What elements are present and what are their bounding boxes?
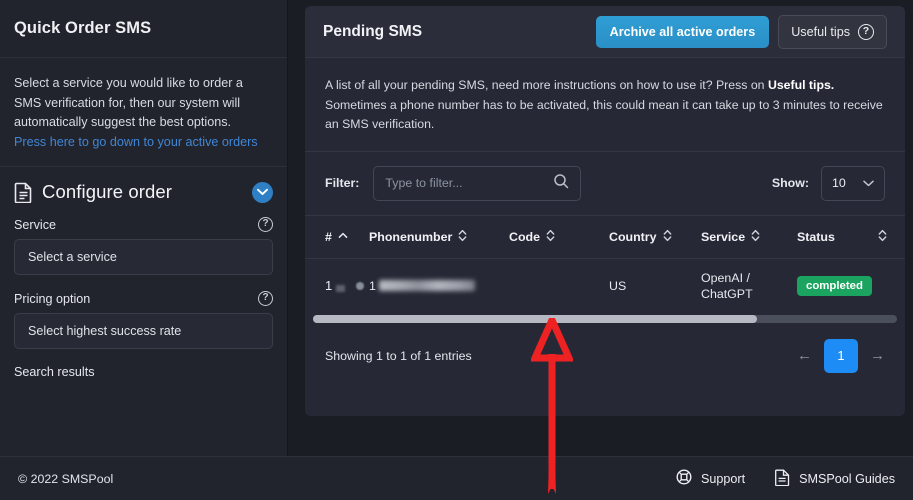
column-header-country[interactable]: Country (609, 215, 701, 259)
sidebar-title: Quick Order SMS (14, 19, 152, 37)
useful-tips-label: Useful tips (791, 24, 850, 39)
column-label-index: # (325, 229, 332, 244)
service-label: Service (14, 217, 56, 232)
page-title: Pending SMS (323, 22, 423, 40)
pagination-page-1[interactable]: 1 (824, 338, 858, 373)
filter-label: Filter: (325, 176, 360, 190)
footer-link-support[interactable]: Support (676, 469, 745, 488)
sidebar-intro: Select a service you would like to order… (0, 58, 287, 168)
pending-sms-panel: Pending SMS Archive all active orders Us… (305, 6, 905, 416)
redacted-phonenumber (378, 280, 475, 291)
sort-both-icon (458, 229, 467, 245)
footer-links: Support SMSPool Guides (676, 469, 895, 489)
panel-header: Pending SMS Archive all active orders Us… (305, 6, 905, 58)
pending-sms-table: # Phonenumber Code Country Service Statu… (305, 215, 905, 313)
configure-order-header: Configure order (14, 181, 273, 203)
table-scroll-area (305, 313, 905, 323)
table-body: 1 1 US OpenAI / ChatGPT completed (305, 258, 905, 313)
horizontal-scrollbar-thumb[interactable] (313, 314, 757, 323)
panel-description: A list of all your pending SMS, need mor… (305, 58, 905, 152)
column-header-index[interactable]: # (305, 215, 369, 259)
service-select[interactable]: Select a service (14, 239, 273, 276)
copyright-text: © 2022 SMSPool (18, 471, 114, 486)
pricing-option-label: Pricing option (14, 291, 91, 306)
active-orders-link[interactable]: Press here to go down to your active ord… (14, 133, 273, 153)
service-select-value: Select a service (28, 250, 117, 265)
archive-all-active-orders-button[interactable]: Archive all active orders (595, 15, 770, 48)
smspool-app-window: Quick Order SMS Select a service you wou… (0, 0, 913, 500)
table-controls: Filter: Show: 10 (305, 152, 905, 216)
column-label-status: Status (797, 229, 835, 244)
status-dot-icon (356, 281, 365, 290)
page-size-select[interactable]: 10 (821, 165, 885, 201)
pricing-option-select[interactable]: Select highest success rate (14, 313, 273, 350)
sort-ascending-icon (338, 230, 348, 244)
table-row[interactable]: 1 1 US OpenAI / ChatGPT completed (305, 258, 905, 313)
sidebar-header: Quick Order SMS (0, 0, 287, 58)
column-header-phonenumber[interactable]: Phonenumber (369, 215, 509, 259)
column-header-status[interactable]: Status (797, 215, 905, 259)
pricing-option-value: Select highest success rate (28, 324, 182, 339)
arrow-right-icon[interactable]: → (870, 348, 885, 363)
sort-both-icon (878, 229, 887, 245)
description-part-2: Sometimes a phone number has to be activ… (325, 97, 883, 132)
sidebar-description: Select a service you would like to order… (14, 76, 243, 130)
chevron-down-icon (863, 176, 874, 190)
column-header-code[interactable]: Code (509, 215, 609, 259)
column-label-service: Service (701, 229, 746, 244)
sidebar: Quick Order SMS Select a service you wou… (0, 0, 288, 456)
service-field-label-row: Service ? (14, 217, 273, 233)
support-icon (676, 469, 692, 488)
redacted-index-suffix (336, 285, 346, 292)
search-results-label: Search results (14, 365, 95, 380)
support-label: Support (700, 471, 746, 486)
question-mark-icon[interactable]: ? (258, 291, 273, 307)
column-header-service[interactable]: Service (701, 215, 797, 259)
show-label: Show: (771, 176, 809, 190)
configure-order-title: Configure order (42, 181, 173, 203)
entries-info: Showing 1 to 1 of 1 entries (325, 348, 472, 363)
column-label-phonenumber: Phonenumber (369, 229, 453, 244)
horizontal-scrollbar[interactable] (313, 314, 897, 323)
column-label-code: Code (509, 229, 540, 244)
table-header-row: # Phonenumber Code Country Service Statu… (305, 215, 905, 259)
sort-both-icon (751, 229, 760, 245)
useful-tips-button[interactable]: Useful tips ? (778, 14, 887, 49)
pagination: ← 1 → (797, 338, 885, 373)
sort-both-icon (546, 229, 555, 245)
cell-country: US (609, 278, 627, 293)
table-head: # Phonenumber Code Country Service Statu… (305, 215, 905, 259)
cell-phonenumber: 1 (369, 258, 509, 313)
pricing-field-label-row: Pricing option ? (14, 291, 273, 307)
cell-code[interactable] (509, 258, 609, 313)
status-badge: completed (797, 275, 872, 296)
column-label-country: Country (609, 229, 657, 244)
search-input[interactable] (385, 176, 554, 190)
description-part-1: A list of all your pending SMS, need mor… (325, 78, 768, 92)
table-footer: Showing 1 to 1 of 1 entries ← 1 → (305, 323, 905, 391)
configure-order-section: Configure order Service ? Select a servi… (0, 167, 287, 391)
description-bold: Useful tips. (767, 78, 835, 92)
page-size-value: 10 (832, 176, 846, 190)
page-footer: © 2022 SMSPool Support SMSPool Guides (0, 456, 913, 500)
question-mark-circle-icon: ? (858, 23, 874, 40)
question-mark-icon[interactable]: ? (258, 217, 273, 233)
cell-index: 1 (305, 258, 369, 313)
footer-link-guides[interactable]: SMSPool Guides (775, 469, 895, 489)
row-index-value: 1 (325, 278, 333, 293)
filter-input-wrapper[interactable] (373, 165, 582, 201)
cell-service: OpenAI / ChatGPT (701, 270, 753, 301)
guides-label: SMSPool Guides (799, 471, 895, 486)
document-icon (14, 182, 33, 203)
cell-status: completed (797, 258, 905, 313)
chevron-down-circle-icon[interactable] (252, 181, 273, 203)
search-icon[interactable] (553, 173, 569, 194)
document-guide-icon (775, 469, 790, 489)
sort-both-icon (663, 229, 672, 245)
arrow-left-icon[interactable]: ← (797, 348, 812, 363)
phone-prefix: 1 (369, 278, 376, 293)
